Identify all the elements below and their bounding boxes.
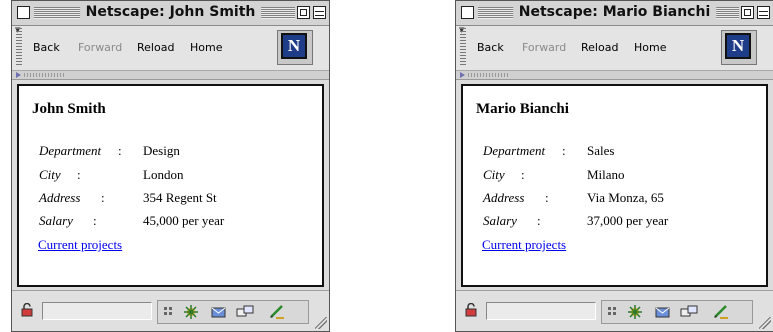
personal-toolbar-collapsed[interactable] bbox=[456, 71, 773, 80]
navigation-toolbar: ▼ Back Forward Reload Home N bbox=[456, 26, 773, 71]
employee-name: John Smith bbox=[32, 101, 106, 117]
colon: : bbox=[562, 143, 566, 158]
department-row: Department : Design bbox=[39, 143, 180, 159]
netscape-logo-frame[interactable]: N bbox=[277, 30, 313, 65]
status-bar bbox=[12, 290, 329, 331]
close-box[interactable] bbox=[461, 6, 474, 19]
salary-label: Salary bbox=[483, 213, 517, 228]
browser-window-john-smith: Netscape: John Smith ▼ Back Forward Relo… bbox=[11, 0, 330, 332]
collapse-box[interactable] bbox=[313, 6, 326, 19]
reload-button[interactable]: Reload bbox=[137, 41, 174, 54]
reload-button[interactable]: Reload bbox=[581, 41, 618, 54]
address-label: Address bbox=[39, 190, 81, 205]
address-label: Address bbox=[483, 190, 525, 205]
home-button[interactable]: Home bbox=[190, 41, 222, 54]
department-row: Department : Sales bbox=[483, 143, 614, 159]
close-box[interactable] bbox=[17, 6, 30, 19]
component-bar bbox=[601, 300, 753, 324]
security-lock-icon[interactable] bbox=[464, 303, 478, 317]
navigation-toolbar: ▼ Back Forward Reload Home N bbox=[12, 26, 329, 71]
home-button[interactable]: Home bbox=[634, 41, 666, 54]
title-bar[interactable]: Netscape: John Smith bbox=[12, 1, 329, 26]
page-content: Mario Bianchi Department : Sales City : … bbox=[461, 84, 768, 287]
address-row: Address : 354 Regent St bbox=[39, 190, 217, 206]
newsgroups-icon[interactable] bbox=[236, 304, 254, 320]
security-lock-icon[interactable] bbox=[20, 303, 34, 317]
colon: : bbox=[101, 190, 105, 205]
employee-name: Mario Bianchi bbox=[476, 101, 569, 117]
component-bar bbox=[157, 300, 309, 324]
forward-button[interactable]: Forward bbox=[78, 41, 122, 54]
city-value: Milano bbox=[587, 167, 625, 182]
address-value: 354 Regent St bbox=[143, 190, 217, 205]
grid-icon[interactable] bbox=[606, 304, 624, 320]
city-row: City : Milano bbox=[483, 167, 625, 183]
netscape-logo-frame[interactable]: N bbox=[721, 30, 757, 65]
status-bar bbox=[456, 290, 773, 331]
grid-icon[interactable] bbox=[162, 304, 180, 320]
colon: : bbox=[77, 167, 81, 182]
colon: : bbox=[537, 213, 541, 228]
salary-value: 37,000 per year bbox=[587, 213, 669, 228]
window-title: Netscape: John Smith bbox=[79, 4, 262, 20]
toolbar-grip[interactable] bbox=[460, 28, 466, 66]
netscape-logo-icon[interactable]: N bbox=[725, 33, 751, 59]
department-value: Design bbox=[143, 143, 180, 158]
colon: : bbox=[521, 167, 525, 182]
salary-row: Salary : 45,000 per year bbox=[39, 213, 224, 229]
city-label: City bbox=[39, 167, 61, 182]
department-value: Sales bbox=[587, 143, 615, 158]
colon: : bbox=[545, 190, 549, 205]
newsgroups-icon[interactable] bbox=[680, 304, 698, 320]
title-bar[interactable]: Netscape: Mario Bianchi bbox=[456, 1, 773, 26]
page-content: John Smith Department : Design City : Lo… bbox=[17, 84, 324, 287]
city-value: London bbox=[143, 167, 184, 182]
mail-icon[interactable] bbox=[654, 304, 672, 320]
zoom-box[interactable] bbox=[741, 6, 754, 19]
resize-grip[interactable] bbox=[315, 317, 327, 329]
address-row: Address : Via Monza, 65 bbox=[483, 190, 664, 206]
salary-label: Salary bbox=[39, 213, 73, 228]
status-message-field bbox=[486, 302, 596, 320]
forward-button[interactable]: Forward bbox=[522, 41, 566, 54]
back-button[interactable]: Back bbox=[477, 41, 504, 54]
current-projects-link[interactable]: Current projects bbox=[482, 237, 566, 253]
browser-window-mario-bianchi: Netscape: Mario Bianchi ▼ Back Forward R… bbox=[455, 0, 773, 332]
navigator-icon[interactable] bbox=[182, 304, 200, 320]
colon: : bbox=[118, 143, 122, 158]
address-value: Via Monza, 65 bbox=[587, 190, 664, 205]
department-label: Department bbox=[39, 143, 102, 158]
mail-icon[interactable] bbox=[210, 304, 228, 320]
window-title: Netscape: Mario Bianchi bbox=[512, 4, 717, 20]
city-label: City bbox=[483, 167, 505, 182]
colon: : bbox=[93, 213, 97, 228]
city-row: City : London bbox=[39, 167, 183, 183]
resize-grip[interactable] bbox=[759, 317, 771, 329]
navigator-icon[interactable] bbox=[626, 304, 644, 320]
salary-row: Salary : 37,000 per year bbox=[483, 213, 668, 229]
status-message-field bbox=[42, 302, 152, 320]
zoom-box[interactable] bbox=[297, 6, 310, 19]
current-projects-link[interactable]: Current projects bbox=[38, 237, 122, 253]
collapse-box[interactable] bbox=[757, 6, 770, 19]
back-button[interactable]: Back bbox=[33, 41, 60, 54]
composer-icon[interactable] bbox=[268, 304, 286, 320]
salary-value: 45,000 per year bbox=[143, 213, 225, 228]
composer-icon[interactable] bbox=[712, 304, 730, 320]
personal-toolbar-collapsed[interactable] bbox=[12, 71, 329, 80]
department-label: Department bbox=[483, 143, 546, 158]
toolbar-grip[interactable] bbox=[16, 28, 22, 66]
netscape-logo-icon[interactable]: N bbox=[281, 33, 307, 59]
